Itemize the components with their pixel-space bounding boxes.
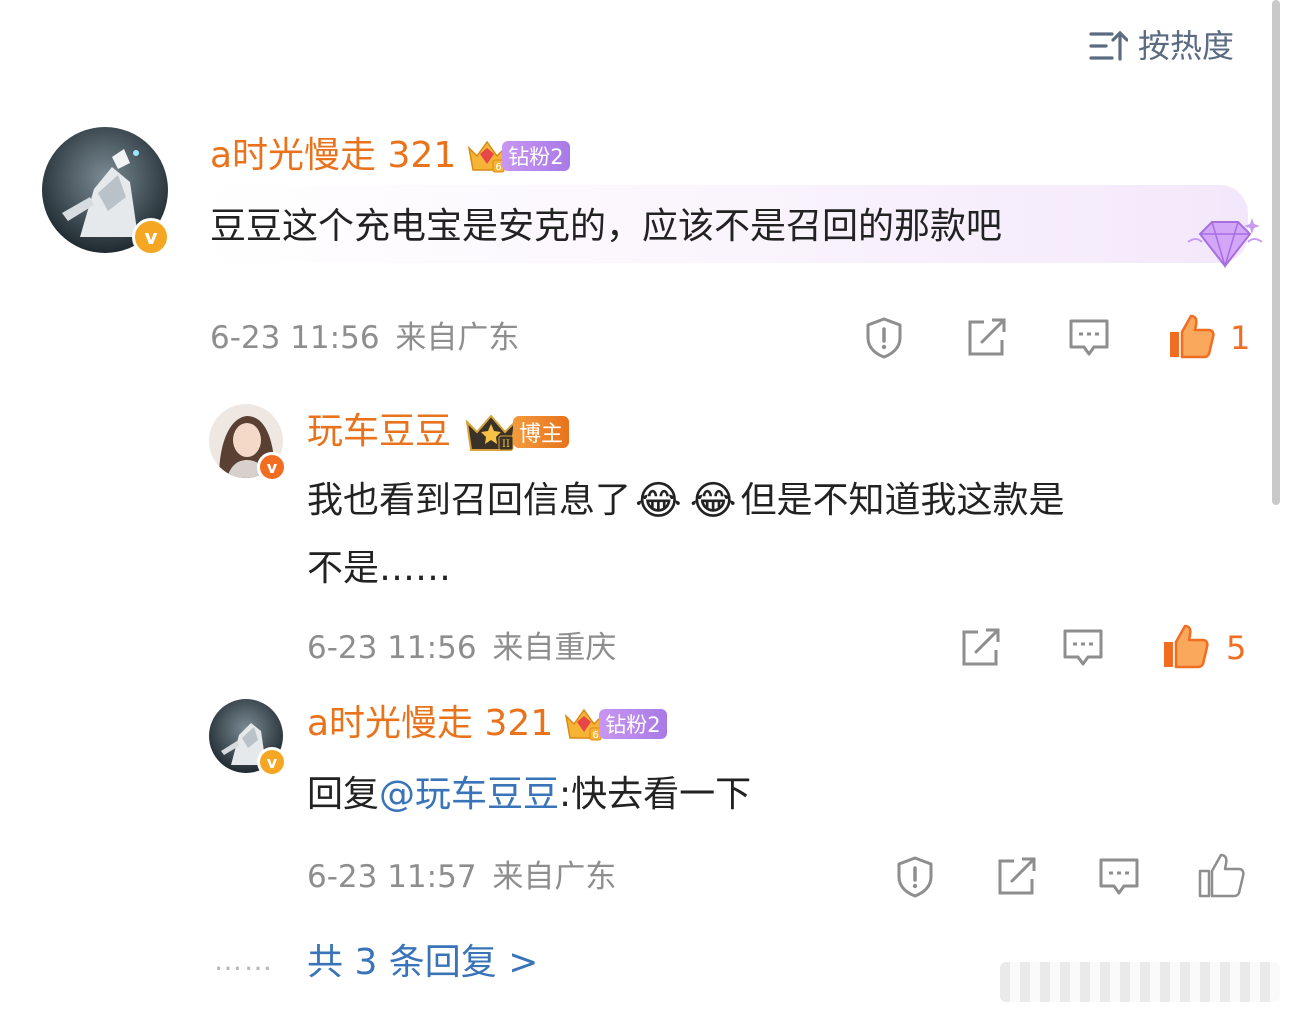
comment-meta: 6-23 11:56 来自广东: [210, 318, 519, 358]
verified-badge-icon: v: [257, 747, 287, 777]
reply-content: :快去看一下: [559, 774, 752, 815]
reply-text-part2: 但是不知道我这款是: [740, 480, 1065, 521]
svg-text:II: II: [502, 439, 510, 450]
repost-icon[interactable]: [966, 318, 1008, 358]
svg-text:6: 6: [593, 730, 599, 741]
reply-text-line2: 不是……: [307, 548, 452, 589]
blogger-badge-label: 博主: [513, 416, 570, 448]
reply-meta: 6-23 11:57 来自广东: [307, 857, 616, 897]
sort-label: 按热度: [1138, 27, 1235, 65]
reply-time: 6-23 11:56: [307, 630, 477, 666]
laughing-crying-emoji-icon: 😂: [635, 478, 682, 524]
reply-location: 来自重庆: [492, 630, 617, 666]
more-replies-dots: ……: [214, 944, 274, 977]
comment-icon[interactable]: [1068, 318, 1110, 358]
username[interactable]: 玩车豆豆: [307, 410, 451, 454]
reply-header: 玩车豆豆 II 博主: [307, 410, 570, 454]
reply-text-part1: 我也看到召回信息了: [307, 480, 632, 521]
crown-icon: II: [465, 414, 517, 451]
svg-text:6: 6: [496, 162, 502, 173]
like-icon[interactable]: [1196, 851, 1246, 899]
fan-badge-label: 钻粉2: [599, 709, 667, 739]
laughing-crying-emoji-icon: 😂: [689, 478, 737, 524]
view-all-replies-link[interactable]: 共 3 条回复 >: [307, 940, 538, 986]
reply-time: 6-23 11:57: [307, 859, 477, 895]
comment-location: 来自广东: [395, 320, 520, 356]
reply-location: 来自广东: [492, 859, 617, 895]
mention-link[interactable]: @玩车豆豆: [379, 774, 559, 815]
comment-text: 豆豆这个充电宝是安克的，应该不是召回的那款吧: [210, 206, 1003, 247]
username[interactable]: a时光慢走 321: [210, 134, 456, 178]
comment-header: a时光慢走 321 6 钻粉2: [210, 134, 570, 178]
like-icon[interactable]: [1166, 312, 1216, 360]
username[interactable]: a时光慢走 321: [307, 702, 553, 746]
sort-icon: [1089, 30, 1128, 61]
reply-meta: 6-23 11:56 来自重庆: [307, 628, 616, 668]
reply-text: 回复@玩车豆豆:快去看一下: [307, 772, 751, 818]
reply-text: 我也看到召回信息了 😂 😂 但是不知道我这款是 不是……: [307, 478, 1247, 592]
fan-badge-label: 钻粉2: [502, 141, 570, 171]
repost-icon[interactable]: [996, 857, 1038, 897]
blogger-badge[interactable]: II 博主: [463, 410, 570, 454]
diamond-decoration-icon: [1187, 218, 1263, 269]
report-icon[interactable]: [893, 855, 937, 899]
scrollbar[interactable]: [1272, 0, 1280, 505]
repost-icon[interactable]: [960, 628, 1002, 668]
like-count: 5: [1226, 629, 1247, 667]
verified-badge-icon: v: [132, 218, 170, 256]
report-icon[interactable]: [862, 316, 906, 360]
reply-prefix: 回复: [307, 774, 380, 815]
watermark: [1000, 962, 1280, 1002]
comment-icon[interactable]: [1062, 628, 1104, 668]
like-count: 1: [1230, 319, 1251, 357]
reply-header: a时光慢走 321 6 钻粉2: [307, 702, 667, 746]
comment-icon[interactable]: [1098, 857, 1140, 897]
fan-badge[interactable]: 6 钻粉2: [563, 704, 667, 744]
fan-badge[interactable]: 6 钻粉2: [466, 136, 570, 176]
comment-time: 6-23 11:56: [210, 320, 380, 356]
sort-by-hot-button[interactable]: 按热度: [1088, 26, 1234, 66]
like-icon[interactable]: [1160, 622, 1210, 670]
verified-badge-icon: v: [257, 452, 287, 482]
